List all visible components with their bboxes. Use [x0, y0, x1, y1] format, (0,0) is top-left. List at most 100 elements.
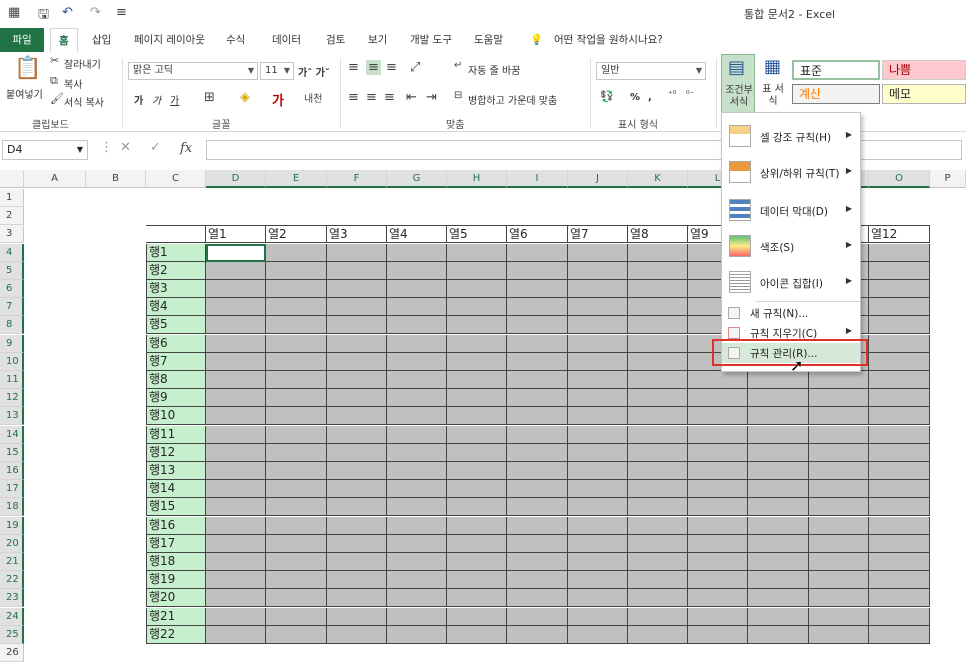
data-cell[interactable] — [688, 589, 748, 608]
data-cell[interactable] — [568, 280, 628, 298]
row-header[interactable]: 19 — [0, 516, 24, 535]
table-corner-cell[interactable] — [146, 225, 206, 244]
data-cell[interactable] — [568, 625, 628, 644]
data-cell[interactable] — [206, 389, 266, 408]
data-cell[interactable] — [869, 571, 930, 590]
data-cell[interactable] — [628, 534, 688, 553]
data-cell[interactable] — [387, 389, 447, 408]
undo-icon[interactable]: ↶ — [62, 5, 73, 20]
data-cell[interactable] — [266, 425, 327, 444]
data-cell[interactable] — [387, 516, 447, 535]
row-header[interactable]: 8 — [0, 316, 24, 335]
data-cell[interactable] — [387, 498, 447, 517]
style-bad[interactable]: 나쁨 — [882, 60, 966, 80]
data-cell[interactable] — [628, 571, 688, 590]
column-header[interactable]: J — [568, 170, 628, 188]
data-cell[interactable] — [628, 425, 688, 444]
data-cell[interactable] — [266, 316, 327, 335]
row-header[interactable]: 13 — [0, 407, 24, 426]
data-cell[interactable] — [206, 261, 266, 280]
data-cell[interactable] — [869, 352, 930, 371]
data-cell[interactable] — [327, 261, 387, 280]
row-label-cell[interactable]: 행8 — [146, 371, 206, 389]
data-cell[interactable] — [266, 625, 327, 644]
row-header[interactable]: 22 — [0, 571, 24, 590]
data-cell[interactable] — [447, 425, 507, 444]
data-cell[interactable] — [507, 553, 568, 571]
data-cell[interactable] — [507, 334, 568, 353]
data-cell[interactable] — [266, 298, 327, 317]
row-header[interactable]: 17 — [0, 480, 24, 499]
data-cell[interactable] — [387, 280, 447, 298]
data-cell[interactable] — [748, 480, 809, 499]
data-cell[interactable] — [869, 316, 930, 335]
data-cell[interactable] — [206, 316, 266, 335]
data-cell[interactable] — [447, 371, 507, 389]
data-cell[interactable] — [266, 534, 327, 553]
data-cell[interactable] — [568, 316, 628, 335]
data-cell[interactable] — [327, 352, 387, 371]
row-header[interactable]: 14 — [0, 425, 24, 444]
data-cell[interactable] — [507, 462, 568, 480]
menu-item-highlight-cells-rules[interactable]: 셀 강조 규칙(H) ▶ — [722, 119, 860, 153]
data-cell[interactable] — [387, 553, 447, 571]
data-cell[interactable] — [568, 516, 628, 535]
data-cell[interactable] — [447, 280, 507, 298]
table-header-cell[interactable]: 열1 — [206, 225, 266, 244]
enter-check-icon[interactable]: ✓ — [150, 140, 161, 155]
data-cell[interactable] — [387, 334, 447, 353]
data-cell[interactable] — [447, 243, 507, 262]
data-cell[interactable] — [869, 243, 930, 262]
data-cell[interactable] — [568, 425, 628, 444]
data-cell[interactable] — [327, 280, 387, 298]
tab-help[interactable]: 도움말 — [466, 28, 511, 52]
data-cell[interactable] — [688, 498, 748, 517]
data-cell[interactable] — [869, 607, 930, 626]
data-cell[interactable] — [266, 280, 327, 298]
data-cell[interactable] — [206, 534, 266, 553]
row-label-cell[interactable]: 행21 — [146, 607, 206, 626]
data-cell[interactable] — [206, 352, 266, 371]
redo-icon[interactable]: ↷ — [90, 5, 101, 20]
data-cell[interactable] — [327, 443, 387, 462]
paste-icon[interactable]: 📋 — [14, 56, 41, 81]
data-cell[interactable] — [206, 280, 266, 298]
data-cell[interactable] — [206, 407, 266, 426]
name-box[interactable]: D4 ▼ — [2, 140, 88, 160]
data-cell[interactable] — [809, 462, 869, 480]
italic-button[interactable]: 가 — [152, 92, 161, 107]
data-cell[interactable] — [447, 407, 507, 426]
data-cell[interactable] — [507, 407, 568, 426]
data-cell[interactable] — [327, 425, 387, 444]
wrap-text-button[interactable]: 자동 줄 바꿈 — [468, 62, 520, 77]
customize-quick-access-icon[interactable]: ≡ — [116, 5, 127, 20]
data-cell[interactable] — [387, 589, 447, 608]
data-cell[interactable] — [447, 480, 507, 499]
data-cell[interactable] — [507, 607, 568, 626]
increase-decimal-icon[interactable]: ⁺⁰ — [668, 90, 676, 100]
row-header[interactable]: 6 — [0, 280, 24, 298]
data-cell[interactable] — [809, 534, 869, 553]
save-icon[interactable]: 🖫 — [38, 5, 49, 27]
data-cell[interactable] — [568, 334, 628, 353]
tell-me-search[interactable]: 어떤 작업을 원하시나요? — [546, 28, 671, 52]
row-header[interactable]: 15 — [0, 443, 24, 462]
column-header[interactable]: A — [24, 170, 86, 188]
data-cell[interactable] — [206, 498, 266, 517]
data-cell[interactable] — [628, 625, 688, 644]
data-cell[interactable] — [748, 607, 809, 626]
data-cell[interactable] — [568, 553, 628, 571]
data-cell[interactable] — [688, 443, 748, 462]
data-cell[interactable] — [507, 571, 568, 590]
column-header[interactable]: O — [869, 170, 930, 188]
borders-icon[interactable]: ⊞ — [204, 90, 215, 105]
data-cell[interactable] — [688, 371, 748, 389]
data-cell[interactable] — [869, 261, 930, 280]
menu-item-new-rule[interactable]: 새 규칙(N)... — [722, 303, 860, 323]
data-cell[interactable] — [387, 371, 447, 389]
data-cell[interactable] — [628, 389, 688, 408]
data-cell[interactable] — [869, 371, 930, 389]
tab-review[interactable]: 검토 — [318, 28, 353, 52]
data-cell[interactable] — [327, 316, 387, 335]
row-label-cell[interactable]: 행1 — [146, 243, 206, 262]
